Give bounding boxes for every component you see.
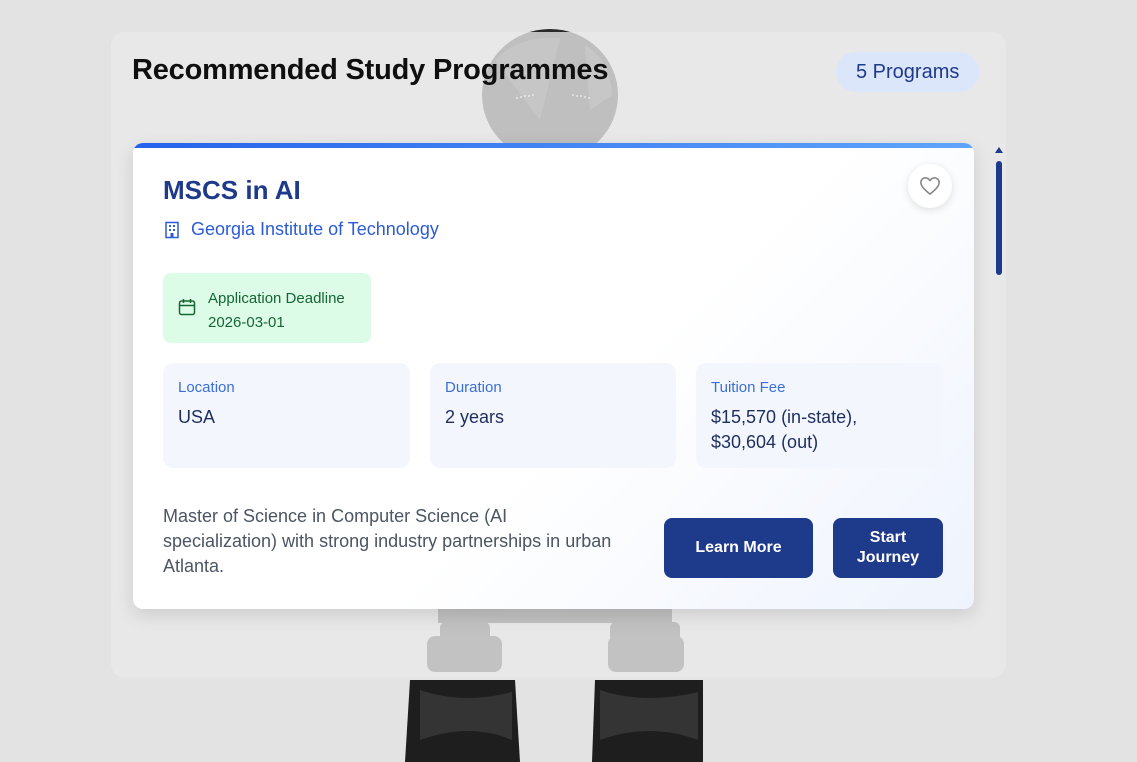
tuition-value: $15,570 (in-state), $30,604 (out) bbox=[711, 407, 858, 452]
deadline-date: 2026-03-01 bbox=[208, 314, 285, 331]
card-accent-bar bbox=[133, 143, 974, 148]
tuition-label: Tuition Fee bbox=[711, 379, 786, 396]
heart-icon bbox=[920, 177, 940, 195]
page-title: Recommended Study Programmes bbox=[132, 54, 609, 86]
duration-box: Duration 2 years bbox=[430, 363, 676, 468]
university-row: Georgia Institute of Technology bbox=[163, 219, 439, 240]
learn-more-button[interactable]: Learn More bbox=[664, 518, 813, 578]
page: Recommended Study Programmes 5 Programs … bbox=[0, 0, 1137, 762]
scrollbar-thumb[interactable] bbox=[996, 161, 1002, 275]
tuition-box: Tuition Fee $15,570 (in-state), $30,604 … bbox=[696, 363, 943, 468]
location-box: Location USA bbox=[163, 363, 410, 468]
scrollbar[interactable] bbox=[995, 147, 1005, 277]
university-name: Georgia Institute of Technology bbox=[191, 219, 439, 239]
deadline-badge: Application Deadline 2026-03-01 bbox=[163, 273, 371, 343]
program-title: MSCS in AI bbox=[163, 175, 301, 205]
duration-label: Duration bbox=[445, 379, 502, 396]
program-card: MSCS in AI Georgia Institute of Technolo… bbox=[133, 143, 974, 609]
duration-value: 2 years bbox=[445, 407, 505, 427]
location-label: Location bbox=[178, 379, 235, 396]
building-icon bbox=[165, 221, 179, 238]
scroll-up-arrow[interactable] bbox=[995, 147, 1003, 153]
favorite-button[interactable] bbox=[908, 164, 952, 208]
start-journey-button[interactable]: Start Journey bbox=[833, 518, 943, 578]
location-value: USA bbox=[178, 407, 216, 427]
calendar-icon bbox=[178, 299, 196, 316]
deadline-label: Application Deadline bbox=[208, 290, 345, 307]
program-description: Master of Science in Computer Science (A… bbox=[163, 506, 612, 576]
program-count-badge: 5 Programs bbox=[836, 52, 980, 92]
